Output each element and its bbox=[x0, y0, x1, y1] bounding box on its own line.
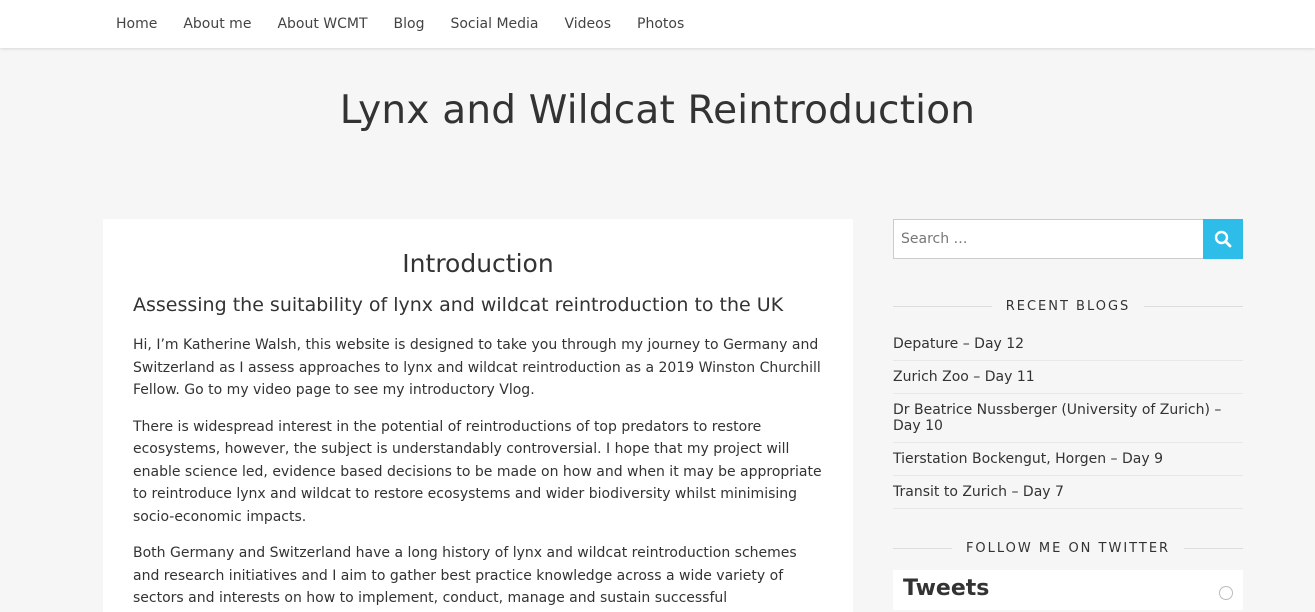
recent-blog-link[interactable]: Zurich Zoo – Day 11 bbox=[893, 361, 1243, 394]
recent-blog-link[interactable]: Dr Beatrice Nussberger (University of Zu… bbox=[893, 394, 1243, 443]
nav-item-social-media[interactable]: Social Media bbox=[437, 16, 551, 32]
main-content: Introduction Assessing the suitability o… bbox=[103, 219, 853, 612]
nav-item-videos[interactable]: Videos bbox=[552, 16, 625, 32]
recent-blog-link[interactable]: Depature – Day 12 bbox=[893, 328, 1243, 361]
page-subheading: Assessing the suitability of lynx and wi… bbox=[133, 294, 784, 316]
nav-item-blog[interactable]: Blog bbox=[381, 16, 438, 32]
info-icon[interactable] bbox=[1219, 586, 1233, 600]
site-title: Lynx and Wildcat Reintroduction bbox=[339, 88, 976, 133]
top-navigation: Home About me About WCMT Blog Social Med… bbox=[0, 0, 1315, 48]
twitter-widget-title: FOLLOW ME ON TWITTER bbox=[893, 541, 1243, 556]
nav-menu: Home About me About WCMT Blog Social Med… bbox=[103, 0, 697, 48]
recent-blogs-title: RECENT BLOGS bbox=[893, 299, 1243, 314]
body-paragraph: Both Germany and Switzerland have a long… bbox=[133, 545, 797, 606]
recent-blogs-title-text: RECENT BLOGS bbox=[1005, 299, 1131, 314]
twitter-widget-title-text: FOLLOW ME ON TWITTER bbox=[965, 541, 1171, 556]
nav-item-about-wcmt[interactable]: About WCMT bbox=[264, 16, 380, 32]
twitter-heading: Tweets bbox=[903, 576, 990, 601]
recent-blog-link[interactable]: Tierstation Bockengut, Horgen – Day 9 bbox=[893, 443, 1243, 476]
body-paragraph: There is widespread interest in the pote… bbox=[133, 418, 822, 525]
recent-blogs-list: Depature – Day 12 Zurich Zoo – Day 11 Dr… bbox=[893, 328, 1243, 509]
page-heading: Introduction bbox=[402, 249, 554, 278]
intro-paragraph: Hi, I’m Katherine Walsh, this website is… bbox=[133, 337, 821, 398]
search-form bbox=[893, 219, 1243, 259]
twitter-timeline[interactable]: Tweets bbox=[893, 570, 1243, 610]
search-input[interactable] bbox=[893, 219, 1203, 259]
sidebar: RECENT BLOGS Depature – Day 12 Zurich Zo… bbox=[893, 219, 1243, 610]
recent-blog-link[interactable]: Transit to Zurich – Day 7 bbox=[893, 476, 1243, 509]
search-button[interactable] bbox=[1203, 219, 1243, 259]
nav-item-home[interactable]: Home bbox=[103, 16, 170, 32]
search-icon bbox=[1214, 230, 1232, 248]
nav-item-photos[interactable]: Photos bbox=[624, 16, 697, 32]
nav-item-about-me[interactable]: About me bbox=[170, 16, 264, 32]
